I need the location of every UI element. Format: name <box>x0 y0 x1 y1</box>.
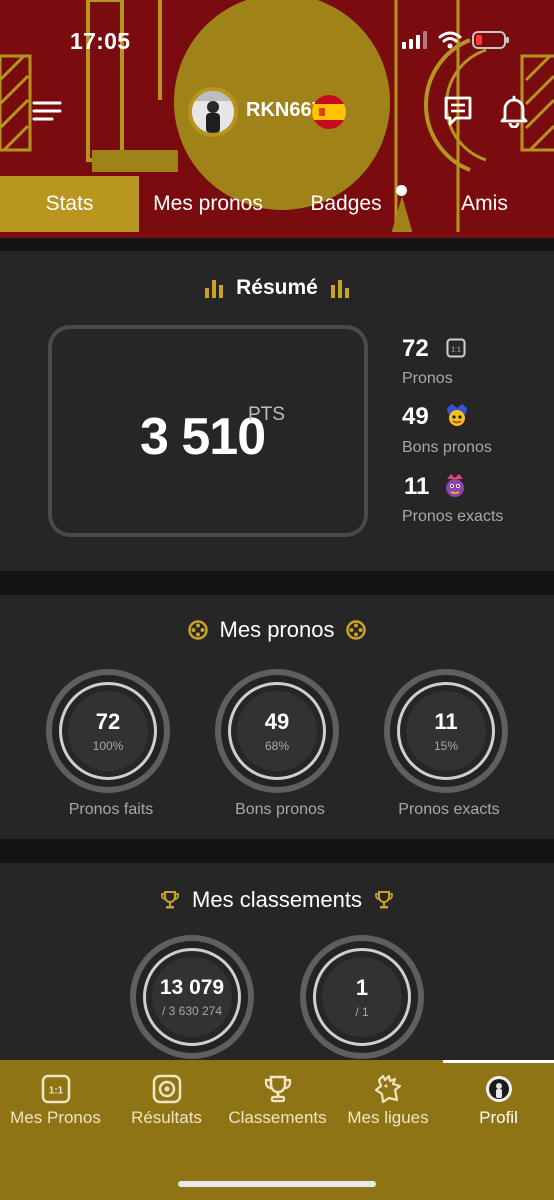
menu-button[interactable] <box>30 95 64 127</box>
stat-pronos-exacts-value: 11 <box>404 473 430 500</box>
tab-badges[interactable]: Badges <box>277 176 415 232</box>
stat-pronos-value: 72 <box>402 335 429 362</box>
mascot-yellow-icon <box>447 404 467 426</box>
nav-mes-pronos[interactable]: 1:1 Mes Pronos <box>0 1060 111 1160</box>
mes-pronos-title: Mes pronos <box>0 617 554 643</box>
mes-classements-card: Mes classements 13 079 / 3 630 274 1 / 1 <box>0 863 554 1063</box>
nav-mes-ligues[interactable]: Mes ligues <box>333 1060 443 1160</box>
status-time: 17:05 <box>70 28 131 54</box>
battery-low-icon <box>472 31 509 49</box>
ring-value: 72 <box>95 709 121 734</box>
ring-total: / 3 630 274 <box>161 1004 223 1018</box>
badges-notification-dot <box>396 185 407 196</box>
points-unit: PTS <box>248 404 285 425</box>
home-indicator[interactable] <box>178 1181 376 1187</box>
stat-bons-pronos-value: 49 <box>402 403 429 430</box>
nav-classements[interactable]: Classements <box>222 1060 333 1160</box>
status-icons <box>402 30 510 50</box>
mes-classements-title: Mes classements <box>0 887 554 913</box>
nav-label: Profil <box>479 1108 518 1127</box>
status-bar: 17:05 <box>0 0 554 80</box>
chat-icon <box>444 96 472 126</box>
svg-text:1:1: 1:1 <box>451 347 461 354</box>
wifi-icon <box>438 31 462 49</box>
ring-classement-general[interactable]: 13 079 / 3 630 274 <box>130 935 254 1059</box>
nav-profil[interactable]: Profil <box>443 1060 554 1160</box>
trophy-icon <box>264 1075 291 1103</box>
ball-icon <box>152 1074 181 1104</box>
ring-pronos-exacts: 11 15% <box>384 669 508 793</box>
ring-value: 1 <box>355 975 369 1000</box>
nav-resultats[interactable]: Résultats <box>111 1060 222 1160</box>
profile-tabs: Stats Mes pronos Badges Amis <box>0 176 554 232</box>
nav-label: Mes ligues <box>347 1108 429 1127</box>
ring-classement-ligue[interactable]: 1 / 1 <box>300 935 424 1059</box>
tab-mes-pronos[interactable]: Mes pronos <box>139 176 277 232</box>
ring-label: Pronos exacts <box>398 801 500 818</box>
resume-card: Résumé 3 510 PTS 72 1:1 Pronos 49 Bons p… <box>0 251 554 571</box>
notifications-button[interactable] <box>498 94 530 129</box>
user-avatar[interactable] <box>188 87 238 137</box>
spain-flag-icon <box>312 95 346 129</box>
cellular-signal-icon <box>402 31 427 49</box>
bar-chart-icon <box>330 280 349 298</box>
ring-bons-pronos: 49 68% <box>215 669 339 793</box>
one-one-icon: 1:1 <box>41 1074 70 1104</box>
one-one-icon: 1:1 <box>446 338 466 358</box>
mes-classements-title-text: Mes classements <box>192 887 362 912</box>
film-reel-icon <box>187 620 208 640</box>
nav-label: Mes Pronos <box>10 1108 101 1127</box>
ring-percent: 68% <box>264 739 290 753</box>
resume-title-text: Résumé <box>236 276 318 299</box>
nav-label: Résultats <box>131 1108 202 1127</box>
trophy-icon <box>161 891 179 909</box>
ring-percent: 100% <box>92 739 124 753</box>
mes-pronos-title-text: Mes pronos <box>219 617 335 642</box>
bell-icon <box>500 95 528 129</box>
svg-text:1:1: 1:1 <box>48 1086 63 1097</box>
ring-label: Pronos faits <box>68 801 154 818</box>
messages-button[interactable] <box>442 94 474 128</box>
rooster-icon <box>374 1074 402 1104</box>
resume-title: Résumé <box>0 276 554 300</box>
avatar-photo-icon <box>192 91 234 133</box>
tab-stats[interactable]: Stats <box>0 176 139 232</box>
ring-value: 11 <box>434 709 458 734</box>
stat-pronos-exacts-label: Pronos exacts <box>402 508 504 525</box>
total-points: 3 510 <box>140 408 266 466</box>
stat-bons-pronos-label: Bons pronos <box>402 439 492 456</box>
hamburger-menu-icon <box>32 101 62 121</box>
ring-pronos-faits: 72 100% <box>46 669 170 793</box>
stat-pronos-label: Pronos <box>402 370 453 387</box>
bar-chart-icon <box>205 280 224 298</box>
ring-value: 49 <box>264 709 290 734</box>
mascot-purple-icon <box>446 474 464 497</box>
mes-pronos-card: Mes pronos 72 100% Pronos faits 49 68% B… <box>0 595 554 839</box>
tab-amis[interactable]: Amis <box>415 176 554 232</box>
profile-avatar-icon <box>485 1076 512 1102</box>
profile-header: 17:05 RKN667 Stats Mes pronos Badges Ami… <box>0 0 554 238</box>
film-reel-icon <box>346 620 367 640</box>
ring-label: Bons pronos <box>235 801 325 818</box>
trophy-icon <box>375 891 393 909</box>
ring-total: / 1 <box>355 1005 369 1019</box>
ring-value: 13 079 <box>159 976 225 999</box>
points-box: 3 510 PTS <box>48 325 368 537</box>
bottom-navigation: 1:1 Mes Pronos Résultats Classements Mes… <box>0 1060 554 1200</box>
ring-percent: 15% <box>433 739 459 753</box>
nav-label: Classements <box>228 1108 327 1127</box>
